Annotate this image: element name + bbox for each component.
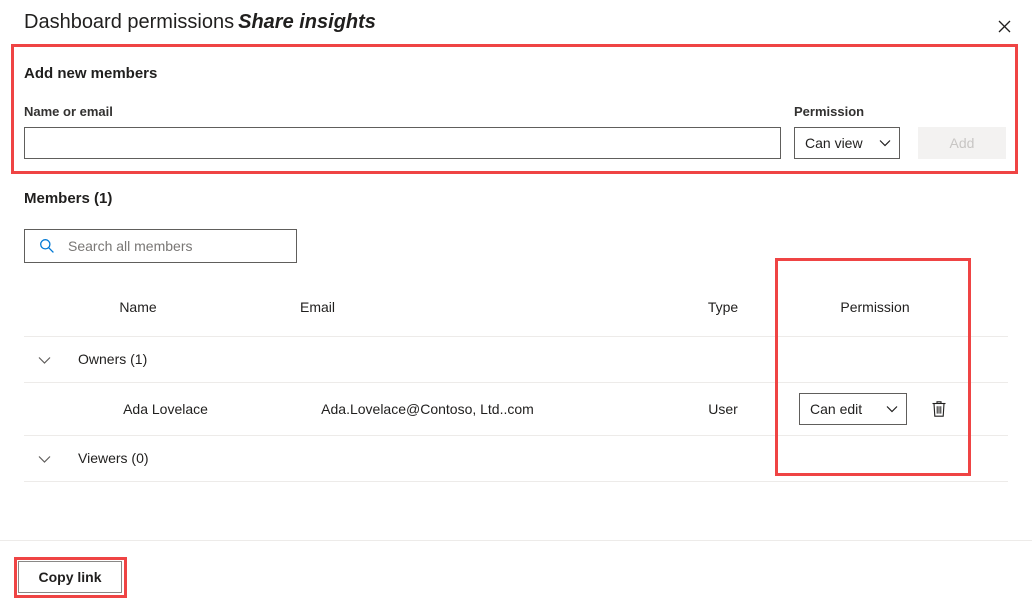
row-permission-value: Can edit [810, 401, 863, 417]
page-title: Dashboard permissions Share insights [24, 11, 376, 34]
close-button[interactable] [988, 10, 1020, 42]
name-or-email-input[interactable] [24, 127, 781, 159]
panel-header: Dashboard permissions Share insights [0, 0, 1032, 46]
delete-member-button[interactable] [925, 395, 953, 423]
chevron-down-icon[interactable] [36, 451, 52, 467]
row-permission-dropdown[interactable]: Can edit [799, 393, 907, 425]
close-icon [998, 20, 1010, 32]
column-header-email: Email [300, 299, 336, 315]
group-row-owners[interactable]: Owners (1) [0, 337, 1032, 383]
table-header-row: Name Email Type Permission [0, 293, 1032, 337]
group-label-viewers: Viewers (0) [78, 450, 149, 466]
table-row[interactable]: Ada Lovelace Ada.Lovelace@Contoso, Ltd..… [0, 383, 1032, 436]
members-table: Name Email Type Permission Owners (1) Ad… [0, 293, 1032, 482]
search-icon [38, 237, 56, 255]
new-permission-label: Permission [794, 104, 865, 119]
new-permission-value: Can view [805, 135, 863, 151]
page-title-subject: Share insights [238, 11, 376, 33]
trash-icon [932, 401, 946, 417]
column-header-type: Type [707, 299, 739, 315]
group-label-owners: Owners (1) [78, 351, 148, 367]
copy-link-button[interactable]: Copy link [18, 561, 122, 593]
members-heading: Members (1) [24, 190, 113, 207]
column-header-permission: Permission [840, 299, 910, 315]
search-all-members-box[interactable] [24, 229, 297, 263]
add-members-heading: Add new members [24, 65, 158, 82]
chevron-down-icon [886, 405, 898, 413]
footer-divider [0, 540, 1032, 541]
new-permission-dropdown[interactable]: Can view [794, 127, 900, 159]
search-input[interactable] [66, 237, 281, 255]
chevron-down-icon [879, 139, 891, 147]
column-header-name: Name [119, 299, 157, 315]
cell-type: User [708, 401, 738, 417]
group-row-viewers[interactable]: Viewers (0) [0, 436, 1032, 482]
divider [24, 481, 1008, 482]
cell-name: Ada Lovelace [123, 401, 208, 417]
add-new-members-section: Add new members Name or email Permission… [0, 50, 1032, 170]
cell-email: Ada.Lovelace@Contoso, Ltd..com [321, 401, 534, 417]
add-button[interactable]: Add [918, 127, 1006, 159]
chevron-down-icon[interactable] [36, 352, 52, 368]
page-title-main: Dashboard permissions [24, 11, 235, 33]
name-or-email-label: Name or email [24, 104, 113, 119]
